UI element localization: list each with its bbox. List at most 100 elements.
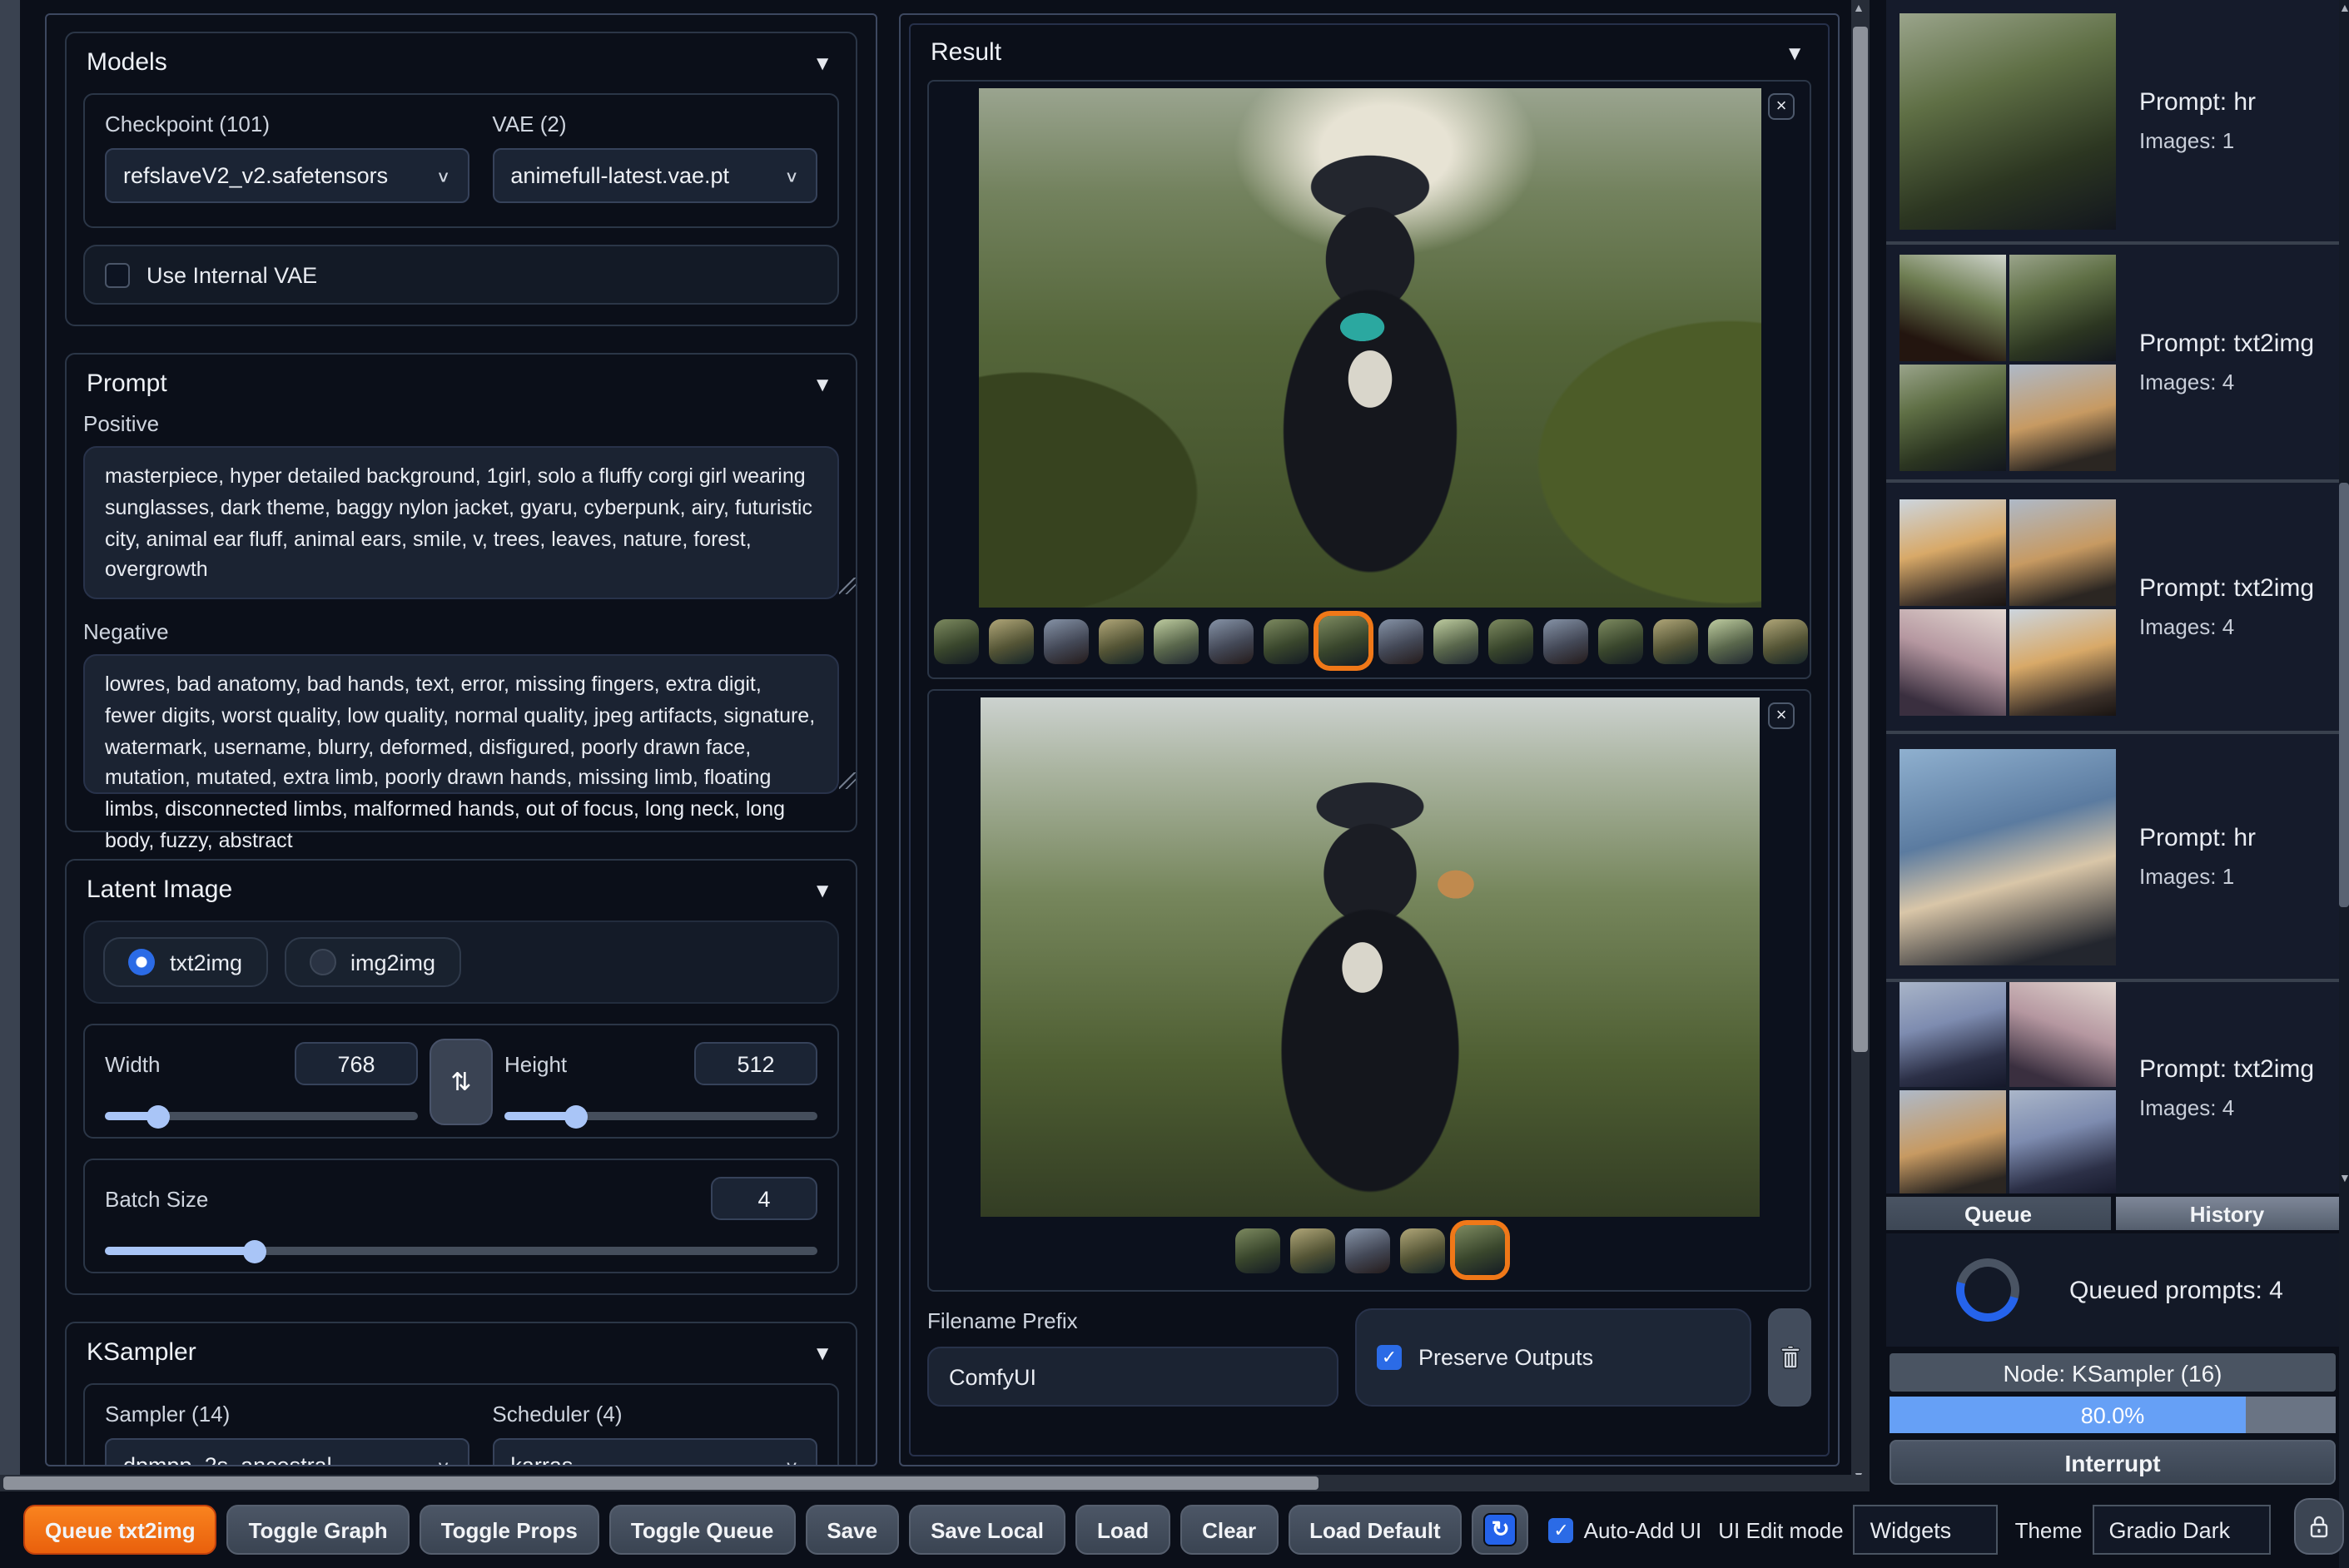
- clear-button[interactable]: Clear: [1180, 1505, 1279, 1555]
- queue-history-sidebar: Prompt: hr Images: 1 Prompt: txt2img Ima…: [1886, 0, 2339, 1568]
- gallery-thumbnail[interactable]: [1763, 618, 1808, 663]
- gallery-thumbnail[interactable]: [1234, 1228, 1279, 1273]
- positive-prompt-input[interactable]: masterpiece, hyper detailed background, …: [83, 446, 839, 599]
- scheduler-dropdown[interactable]: karras ∨: [492, 1438, 817, 1465]
- widgets-select[interactable]: Widgets: [1853, 1505, 1999, 1555]
- height-input[interactable]: 512: [694, 1042, 817, 1085]
- history-thumbnail-grid[interactable]: [1900, 982, 2116, 1193]
- vae-dropdown[interactable]: animefull-latest.vae.pt ∨: [492, 148, 817, 203]
- toggle-graph-button[interactable]: Toggle Graph: [226, 1505, 410, 1555]
- img2img-radio[interactable]: img2img: [284, 937, 461, 987]
- history-item[interactable]: Prompt: txt2img Images: 4: [1886, 483, 2339, 731]
- tab-queue[interactable]: Queue: [1886, 1197, 2110, 1230]
- result-gallery-2: ×: [927, 689, 1811, 1292]
- gallery-thumbnail[interactable]: [1543, 618, 1588, 663]
- scrollbar-thumb[interactable]: [3, 1476, 1319, 1490]
- gallery-thumbnail[interactable]: [1598, 618, 1643, 663]
- history-thumbnail-grid[interactable]: [1900, 254, 2116, 470]
- width-label: Width: [105, 1051, 161, 1076]
- tab-history[interactable]: History: [2115, 1197, 2339, 1230]
- collapse-icon[interactable]: ▼: [812, 878, 832, 901]
- workspace-h-scrollbar[interactable]: [0, 1475, 1870, 1491]
- gallery-thumbnail[interactable]: [934, 618, 979, 663]
- width-slider[interactable]: [105, 1104, 418, 1128]
- collapse-icon[interactable]: ▼: [812, 372, 832, 395]
- checkpoint-label: Checkpoint (101): [105, 112, 270, 136]
- preserve-outputs-row[interactable]: ✓ Preserve Outputs: [1355, 1308, 1751, 1407]
- negative-prompt-input[interactable]: lowres, bad anatomy, bad hands, text, er…: [83, 654, 839, 852]
- history-item[interactable]: Prompt: txt2img Images: 4: [1886, 245, 2339, 479]
- use-internal-vae-row[interactable]: Use Internal VAE: [83, 245, 839, 305]
- history-image-count: Images: 4: [2139, 370, 2235, 394]
- generated-image-large[interactable]: [978, 88, 1761, 608]
- result-panel: Result ▼ × × Filename Prefix ComfyUI ✓ P…: [899, 13, 1840, 1466]
- toggle-props-button[interactable]: Toggle Props: [419, 1505, 599, 1555]
- left-drawer-handle[interactable]: [0, 0, 20, 1476]
- lock-ui-button[interactable]: [2294, 1498, 2344, 1555]
- app-root: Models ▼ Checkpoint (101) refslaveV2_v2.…: [0, 0, 2349, 1568]
- history-thumbnail[interactable]: [1900, 12, 2116, 229]
- gallery-thumbnail[interactable]: [1044, 618, 1089, 663]
- history-thumbnail-grid[interactable]: [1900, 499, 2116, 715]
- gallery-thumbnail[interactable]: [1209, 618, 1254, 663]
- sidebar-scrollbar[interactable]: ▲ ▼: [2339, 0, 2349, 1568]
- scrollbar-thumb[interactable]: [2339, 483, 2349, 907]
- scroll-up-icon[interactable]: ▲: [1853, 3, 1865, 15]
- history-thumbnail[interactable]: [1900, 748, 2116, 965]
- save-local-button[interactable]: Save Local: [909, 1505, 1065, 1555]
- collapse-icon[interactable]: ▼: [812, 51, 832, 74]
- gallery-thumbnail[interactable]: [1289, 1228, 1334, 1273]
- generated-image-large[interactable]: [980, 697, 1759, 1217]
- gallery-thumbnail[interactable]: [1378, 618, 1423, 663]
- refresh-button[interactable]: ↻: [1472, 1505, 1529, 1555]
- close-icon[interactable]: ×: [1768, 93, 1795, 120]
- gallery-thumbnail[interactable]: [1099, 618, 1144, 663]
- height-slider[interactable]: [504, 1104, 817, 1128]
- history-item[interactable]: Prompt: hr Images: 1: [1886, 734, 2339, 979]
- collapse-icon[interactable]: ▼: [812, 1341, 832, 1364]
- resize-grip-icon[interactable]: [839, 772, 856, 789]
- history-item[interactable]: Prompt: hr Images: 1: [1886, 0, 2339, 241]
- close-icon[interactable]: ×: [1768, 702, 1795, 729]
- scroll-up-icon[interactable]: ▲: [2339, 3, 2349, 15]
- auto-add-ui-checkbox[interactable]: ✓: [1548, 1517, 1574, 1542]
- delete-outputs-button[interactable]: [1768, 1308, 1811, 1407]
- load-button[interactable]: Load: [1075, 1505, 1171, 1555]
- batch-size-slider[interactable]: [105, 1239, 817, 1263]
- save-button[interactable]: Save: [805, 1505, 900, 1555]
- use-internal-vae-checkbox[interactable]: [105, 262, 130, 287]
- gallery-2-thumbnails: [929, 1217, 1810, 1283]
- prompt-section: Prompt ▼ Positive masterpiece, hyper det…: [65, 353, 857, 852]
- gallery-thumbnail[interactable]: [1433, 618, 1478, 663]
- gallery-thumbnail[interactable]: [989, 618, 1034, 663]
- resize-grip-icon[interactable]: [839, 578, 856, 594]
- scroll-down-icon[interactable]: ▼: [2339, 1174, 2349, 1185]
- gallery-thumbnail-selected[interactable]: [1319, 616, 1368, 666]
- gallery-thumbnail[interactable]: [1264, 618, 1309, 663]
- sampler-dropdown[interactable]: dpmpp_2s_ancestral ∨: [105, 1438, 469, 1465]
- theme-select[interactable]: Gradio Dark: [2092, 1505, 2271, 1555]
- gallery-thumbnail-selected[interactable]: [1454, 1225, 1504, 1275]
- load-default-button[interactable]: Load Default: [1288, 1505, 1463, 1555]
- queue-txt2img-button[interactable]: Queue txt2img: [23, 1505, 217, 1555]
- gallery-thumbnail[interactable]: [1488, 618, 1533, 663]
- gallery-thumbnail[interactable]: [1344, 1228, 1389, 1273]
- refresh-icon: ↻: [1483, 1513, 1517, 1546]
- collapse-icon[interactable]: ▼: [1785, 41, 1805, 64]
- swap-dimensions-button[interactable]: ⇅: [430, 1038, 493, 1124]
- gallery-thumbnail[interactable]: [1653, 618, 1698, 663]
- scrollbar-thumb[interactable]: [1853, 27, 1868, 1052]
- width-input[interactable]: 768: [295, 1042, 418, 1085]
- preserve-outputs-checkbox[interactable]: ✓: [1377, 1345, 1402, 1370]
- history-item[interactable]: Prompt: txt2img Images: 4: [1886, 982, 2339, 1193]
- filename-prefix-input[interactable]: ComfyUI: [927, 1347, 1338, 1407]
- gallery-thumbnail[interactable]: [1399, 1228, 1444, 1273]
- workspace-scrollbar[interactable]: ▲ ▼: [1851, 0, 1870, 1491]
- batch-size-input[interactable]: 4: [711, 1177, 817, 1220]
- toggle-queue-button[interactable]: Toggle Queue: [608, 1505, 796, 1555]
- gallery-thumbnail[interactable]: [1708, 618, 1753, 663]
- gallery-thumbnail[interactable]: [1154, 618, 1199, 663]
- txt2img-radio[interactable]: txt2img: [103, 937, 268, 987]
- checkpoint-dropdown[interactable]: refslaveV2_v2.safetensors ∨: [105, 148, 469, 203]
- interrupt-button[interactable]: Interrupt: [1890, 1440, 2336, 1485]
